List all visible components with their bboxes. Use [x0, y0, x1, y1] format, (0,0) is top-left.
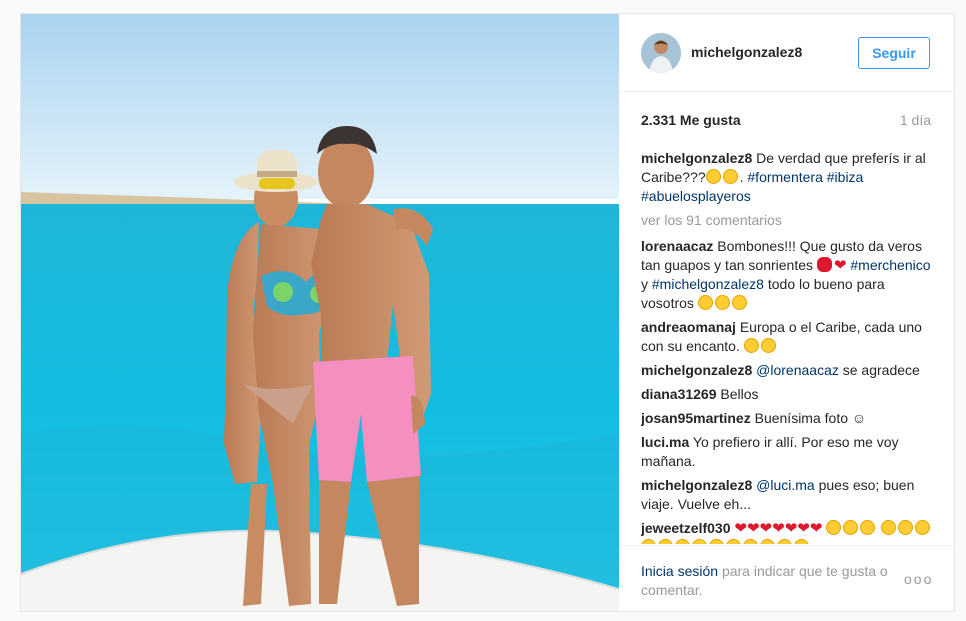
comment-author[interactable]: jeweetzelf030 — [641, 520, 731, 536]
comment-author[interactable]: josan95martinez — [641, 410, 751, 426]
heart-eyes-emoji — [826, 520, 842, 535]
heart-eyes-emoji — [915, 520, 931, 535]
likes-count[interactable]: 2.331 Me gusta — [641, 112, 741, 128]
comment-text: Bellos — [720, 386, 759, 402]
login-prompt: Inicia sesión para indicar que te gusta … — [641, 562, 901, 600]
heart-eyes-emoji — [760, 539, 775, 544]
mention-link[interactable]: @luci.ma — [756, 477, 815, 493]
hashtag-abuelosplayeros[interactable]: #abuelosplayeros — [641, 188, 751, 204]
comment-author[interactable]: diana31269 — [641, 386, 717, 402]
post-time[interactable]: 1 día — [900, 112, 931, 128]
post-details: michelgonzalez8 Seguir 2.331 Me gusta 1 … — [619, 14, 954, 611]
wink-emoji — [743, 338, 759, 353]
heart-emoji: ❤ — [734, 520, 747, 537]
heart-eyes-emoji — [641, 539, 656, 544]
heart-eyes-emoji — [860, 520, 876, 535]
comment-text: se agradece — [842, 362, 920, 378]
avatar[interactable] — [641, 33, 681, 73]
shush-emoji — [760, 338, 776, 353]
login-link[interactable]: Inicia sesión — [641, 563, 718, 579]
post-card: michelgonzalez8 Seguir 2.331 Me gusta 1 … — [20, 13, 955, 612]
comment: andreaomanaj Europa o el Caribe, cada un… — [641, 318, 936, 356]
comment: luci.ma Yo prefiero ir allí. Por eso me … — [641, 433, 936, 471]
comment: diana31269 Bellos — [641, 385, 936, 404]
username-link[interactable]: michelgonzalez8 — [691, 44, 802, 60]
follow-button[interactable]: Seguir — [858, 37, 930, 69]
heart-emoji: ❤ — [784, 520, 798, 537]
post-photo[interactable] — [21, 14, 619, 611]
heart-eyes-emoji — [658, 539, 673, 544]
heart-eyes-emoji — [692, 539, 707, 544]
sunglasses-emoji — [705, 169, 721, 184]
heart-eyes-emoji — [709, 539, 724, 544]
likes-row: 2.331 Me gusta 1 día — [641, 112, 931, 130]
hashtag-michelgonzalez8[interactable]: #michelgonzalez8 — [652, 276, 764, 292]
comment: lorenaacaz Bombones!!! Que gusto da vero… — [641, 237, 936, 313]
heart-eyes-emoji — [898, 520, 914, 535]
heart-eyes-emoji — [881, 520, 897, 535]
comment-author[interactable]: michelgonzalez8 — [641, 362, 752, 378]
comment: josan95martinez Buenísima foto ☺ — [641, 409, 936, 428]
comment-text: Buenísima foto ☺ — [754, 410, 867, 426]
heart-emoji: ❤ — [746, 520, 760, 537]
heart-eyes-emoji — [697, 295, 713, 310]
heart-eyes-emoji — [726, 539, 741, 544]
beach-photo-illustration — [21, 14, 619, 611]
post-header: michelgonzalez8 Seguir — [619, 14, 954, 92]
kiss-emoji — [816, 257, 832, 272]
heart-eyes-emoji — [675, 539, 690, 544]
hashtag-ibiza[interactable]: #ibiza — [827, 169, 864, 185]
heart-eyes-emoji — [843, 520, 859, 535]
comment: michelgonzalez8 @lorenaacaz se agradece — [641, 361, 936, 380]
caption: michelgonzalez8 De verdad que preferís i… — [641, 150, 926, 204]
view-more-comments[interactable]: ver los 91 comentarios — [641, 211, 936, 230]
heart-eyes-emoji — [714, 295, 730, 310]
hashtag-merchenico[interactable]: #merchenico — [850, 257, 930, 273]
heart-emoji: ❤ — [797, 520, 810, 537]
more-options-icon[interactable]: ooo — [904, 571, 933, 587]
heart-eyes-emoji — [743, 539, 758, 544]
wink-emoji — [722, 169, 738, 184]
avatar-image — [641, 33, 681, 73]
heart-eyes-emoji — [777, 539, 792, 544]
heart-emoji: ❤ — [809, 520, 823, 537]
comment-author[interactable]: michelgonzalez8 — [641, 477, 752, 493]
comment: michelgonzalez8 @luci.ma pues eso; buen … — [641, 476, 936, 514]
post-footer: Inicia sesión para indicar que te gusta … — [619, 545, 954, 611]
comments-list: michelgonzalez8 De verdad que preferís i… — [641, 149, 936, 544]
comment-text: y — [641, 276, 648, 292]
mention-link[interactable]: @lorenaacaz — [756, 362, 839, 378]
comment-author[interactable]: andreaomanaj — [641, 319, 736, 335]
comment-author[interactable]: luci.ma — [641, 434, 689, 450]
heart-eyes-emoji — [794, 539, 809, 544]
heart-emoji: ❤ — [759, 520, 773, 537]
heart-eyes-emoji — [731, 295, 747, 310]
heart-emoji: ❤ — [833, 257, 847, 274]
heart-emoji: ❤ — [772, 520, 785, 537]
comment-author[interactable]: lorenaacaz — [641, 238, 713, 254]
comment: jeweetzelf030 ❤❤❤❤❤❤❤ — [641, 519, 936, 544]
caption-author[interactable]: michelgonzalez8 — [641, 150, 752, 166]
hashtag-formentera[interactable]: #formentera — [747, 169, 822, 185]
